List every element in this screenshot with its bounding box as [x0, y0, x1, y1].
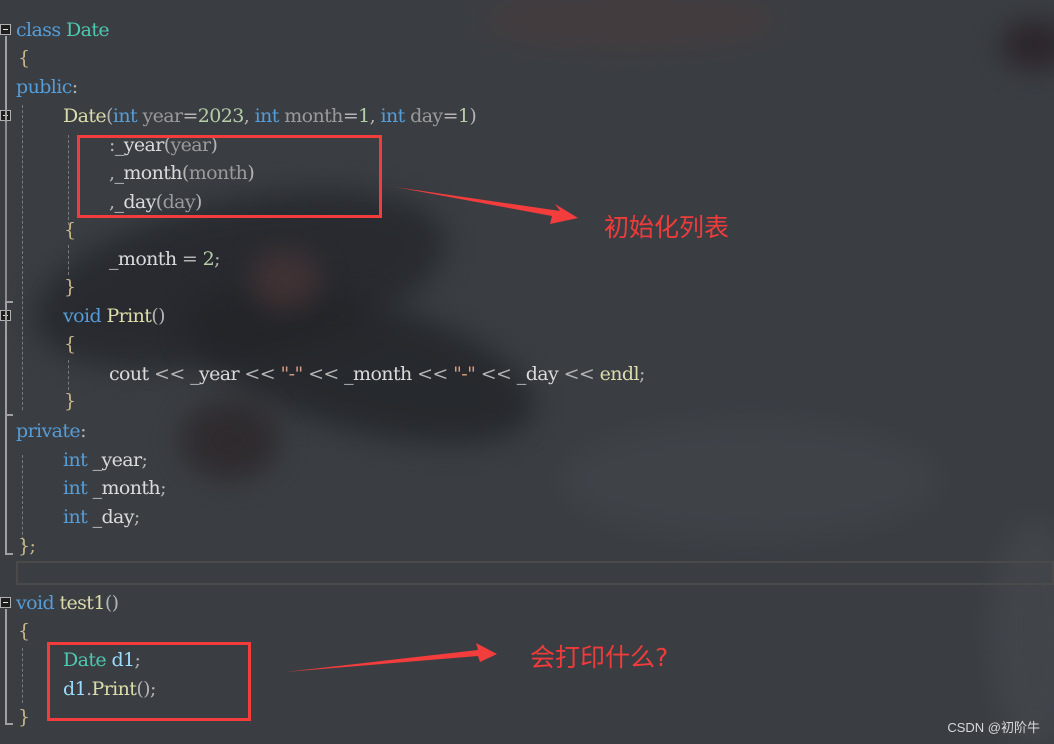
watermark: CSDN @初阶牛: [947, 720, 1040, 735]
annotation-arrows: [285, 187, 578, 672]
question-label: 会打印什么?: [530, 643, 669, 672]
init-list-label: 初始化列表: [604, 213, 730, 242]
arrow-to-question-label: [285, 643, 497, 672]
arrow-to-init-label: [395, 187, 578, 224]
